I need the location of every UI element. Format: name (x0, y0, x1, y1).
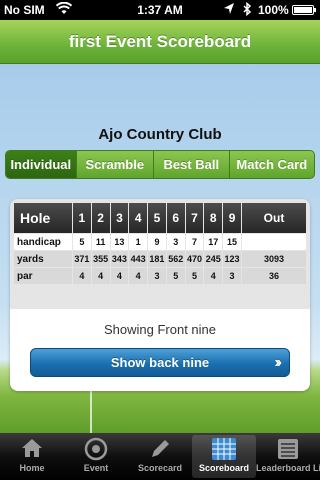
show-back-nine-button[interactable]: Show back nine ›› (30, 348, 290, 377)
hole-header: Hole (14, 203, 72, 233)
tab-home[interactable]: Home (0, 435, 64, 478)
handicap-cell: 15 (223, 234, 241, 250)
row-label: handicap (14, 234, 72, 250)
show-back-nine-label: Show back nine (110, 355, 210, 370)
yards-cell: 181 (148, 251, 166, 267)
yards-cell: 371 (73, 251, 91, 267)
yards-cell: 245 (204, 251, 223, 267)
par-cell: 4 (110, 268, 129, 284)
yards-cell: 355 (91, 251, 110, 267)
row-label: par (14, 268, 72, 284)
par-cell: 3 (223, 268, 241, 284)
tab-label: Scorecard (137, 463, 183, 473)
hole-number: 5 (148, 203, 166, 233)
par-cell: 5 (166, 268, 185, 284)
game-type-segmented-control: Individual Scramble Best Ball Match Card (5, 150, 315, 179)
handicap-cell: 17 (204, 234, 223, 250)
hole-number: 7 (185, 203, 204, 233)
tab-label: Leaderboard Live (256, 463, 320, 473)
par-cell: 3 (148, 268, 166, 284)
tab-label: Home (19, 463, 45, 473)
bluetooth-icon (242, 1, 252, 19)
tab-label: Event (83, 463, 109, 473)
handicap-cell: 3 (166, 234, 185, 250)
hole-number: 9 (223, 203, 241, 233)
yards-cell: 123 (223, 251, 241, 267)
pencil-icon (128, 437, 192, 463)
segment-scramble[interactable]: Scramble (75, 151, 154, 178)
par-cell: 5 (185, 268, 204, 284)
segment-individual[interactable]: Individual (6, 151, 76, 178)
par-out-cell: 36 (242, 268, 306, 284)
handicap-cell: 1 (129, 234, 148, 250)
list-icon (256, 437, 320, 463)
handicap-row: handicap 5 11 13 1 9 3 7 17 15 (14, 234, 306, 250)
background-flagpole (90, 384, 92, 433)
par-cell: 4 (129, 268, 148, 284)
yards-cell: 470 (185, 251, 204, 267)
par-cell: 4 (204, 268, 223, 284)
location-arrow-icon (223, 2, 235, 19)
yards-cell: 443 (129, 251, 148, 267)
handicap-cell: 11 (91, 234, 110, 250)
hole-number: 6 (166, 203, 185, 233)
tab-scorecard[interactable]: Scorecard (128, 435, 192, 478)
handicap-cell: 13 (110, 234, 129, 250)
tab-label: Scoreboard (198, 463, 249, 473)
yards-row: yards 371 355 343 443 181 562 470 245 12… (14, 251, 306, 267)
segment-best-ball[interactable]: Best Ball (153, 151, 229, 178)
hole-header-row: Hole 1 2 3 4 5 6 7 8 9 Out (14, 203, 306, 233)
battery-icon (292, 5, 316, 15)
scorecard-table: Hole 1 2 3 4 5 6 7 8 9 Out handicap 5 11… (10, 199, 310, 309)
page-title: first Event Scoreboard (0, 20, 320, 64)
club-name: Ajo Country Club (98, 126, 222, 143)
content-area: Ajo Country Club Individual Scramble Bes… (0, 64, 320, 433)
hole-number: 2 (91, 203, 110, 233)
hole-number: 3 (110, 203, 129, 233)
hole-number: 8 (204, 203, 223, 233)
par-row: par 4 4 4 4 3 5 5 4 3 36 (14, 268, 306, 284)
par-cell: 4 (73, 268, 91, 284)
par-cell: 4 (91, 268, 110, 284)
home-icon (0, 437, 64, 463)
tab-event[interactable]: Event (64, 435, 128, 478)
status-bar: No SIM 1:37 AM 100% (0, 0, 320, 20)
yards-cell: 562 (166, 251, 185, 267)
grid-icon (192, 437, 256, 463)
yards-cell: 343 (110, 251, 129, 267)
yards-out-cell: 3093 (242, 251, 306, 267)
showing-nine-label: Showing Front nine (103, 322, 216, 337)
target-icon (64, 437, 128, 463)
handicap-cell: 9 (148, 234, 166, 250)
hole-number: 1 (73, 203, 91, 233)
hole-number: 4 (129, 203, 148, 233)
tab-leaderboard-live[interactable]: Leaderboard Live (256, 435, 320, 478)
handicap-out-cell (242, 234, 306, 250)
tab-bar: Home Event Scorecard Scoreboard Leaderbo… (0, 433, 320, 480)
tab-scoreboard[interactable]: Scoreboard (192, 435, 256, 478)
double-chevron-right-icon: ›› (274, 354, 281, 371)
battery-percent: 100% (258, 3, 289, 17)
handicap-cell: 7 (185, 234, 204, 250)
out-header: Out (242, 203, 306, 233)
row-label: yards (14, 251, 72, 267)
handicap-cell: 5 (73, 234, 91, 250)
segment-match-card[interactable]: Match Card (228, 151, 314, 178)
